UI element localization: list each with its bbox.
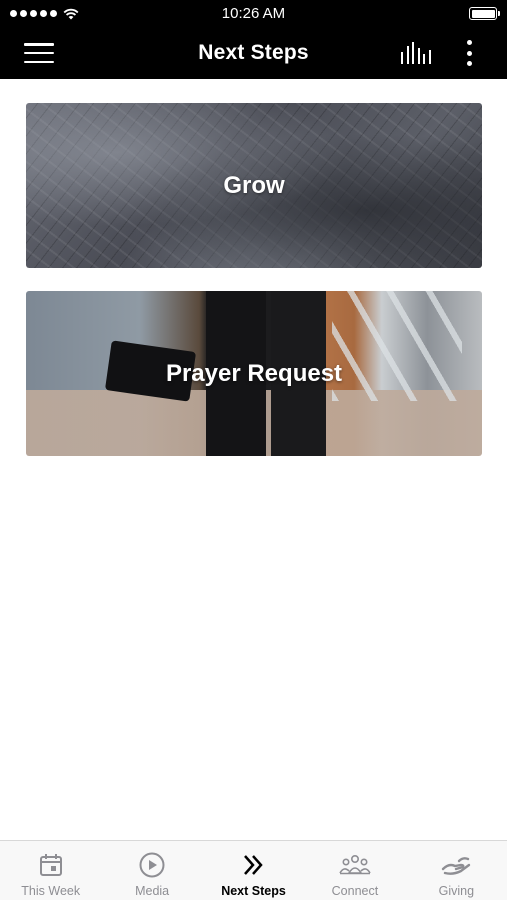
tab-giving[interactable]: Giving bbox=[406, 841, 507, 900]
tab-connect[interactable]: Connect bbox=[304, 841, 405, 900]
status-left bbox=[10, 8, 79, 20]
card-title: Prayer Request bbox=[165, 359, 343, 387]
audio-levels-icon[interactable] bbox=[401, 42, 431, 64]
battery-icon bbox=[469, 7, 500, 20]
tab-label: Giving bbox=[438, 884, 475, 898]
tab-label: Next Steps bbox=[221, 884, 286, 898]
card-background-image bbox=[332, 291, 462, 401]
tab-next-steps[interactable]: Next Steps bbox=[203, 841, 304, 900]
page-title: Next Steps bbox=[198, 41, 309, 64]
signal-strength-icon bbox=[10, 10, 57, 17]
calendar-icon bbox=[38, 851, 64, 879]
card-grow[interactable]: Grow bbox=[26, 103, 482, 268]
tab-media[interactable]: Media bbox=[101, 841, 202, 900]
tab-bar: This Week Media Next Steps Connect Givin… bbox=[0, 840, 507, 900]
tab-this-week[interactable]: This Week bbox=[0, 841, 101, 900]
card-title: Grow bbox=[223, 171, 285, 199]
app-header: Next Steps bbox=[0, 27, 507, 79]
more-options-icon[interactable] bbox=[459, 40, 479, 66]
status-bar: 10:26 AM bbox=[0, 0, 507, 27]
wifi-icon bbox=[63, 8, 79, 19]
tab-label: This Week bbox=[21, 884, 81, 898]
giving-hand-icon bbox=[441, 851, 471, 879]
people-group-icon bbox=[339, 851, 371, 879]
card-prayer-request[interactable]: Prayer Request bbox=[26, 291, 482, 456]
hamburger-menu-icon[interactable] bbox=[24, 41, 54, 65]
tab-label: Media bbox=[135, 884, 170, 898]
play-circle-icon bbox=[138, 851, 166, 879]
double-chevron-right-icon bbox=[241, 851, 267, 879]
tab-label: Connect bbox=[331, 884, 379, 898]
